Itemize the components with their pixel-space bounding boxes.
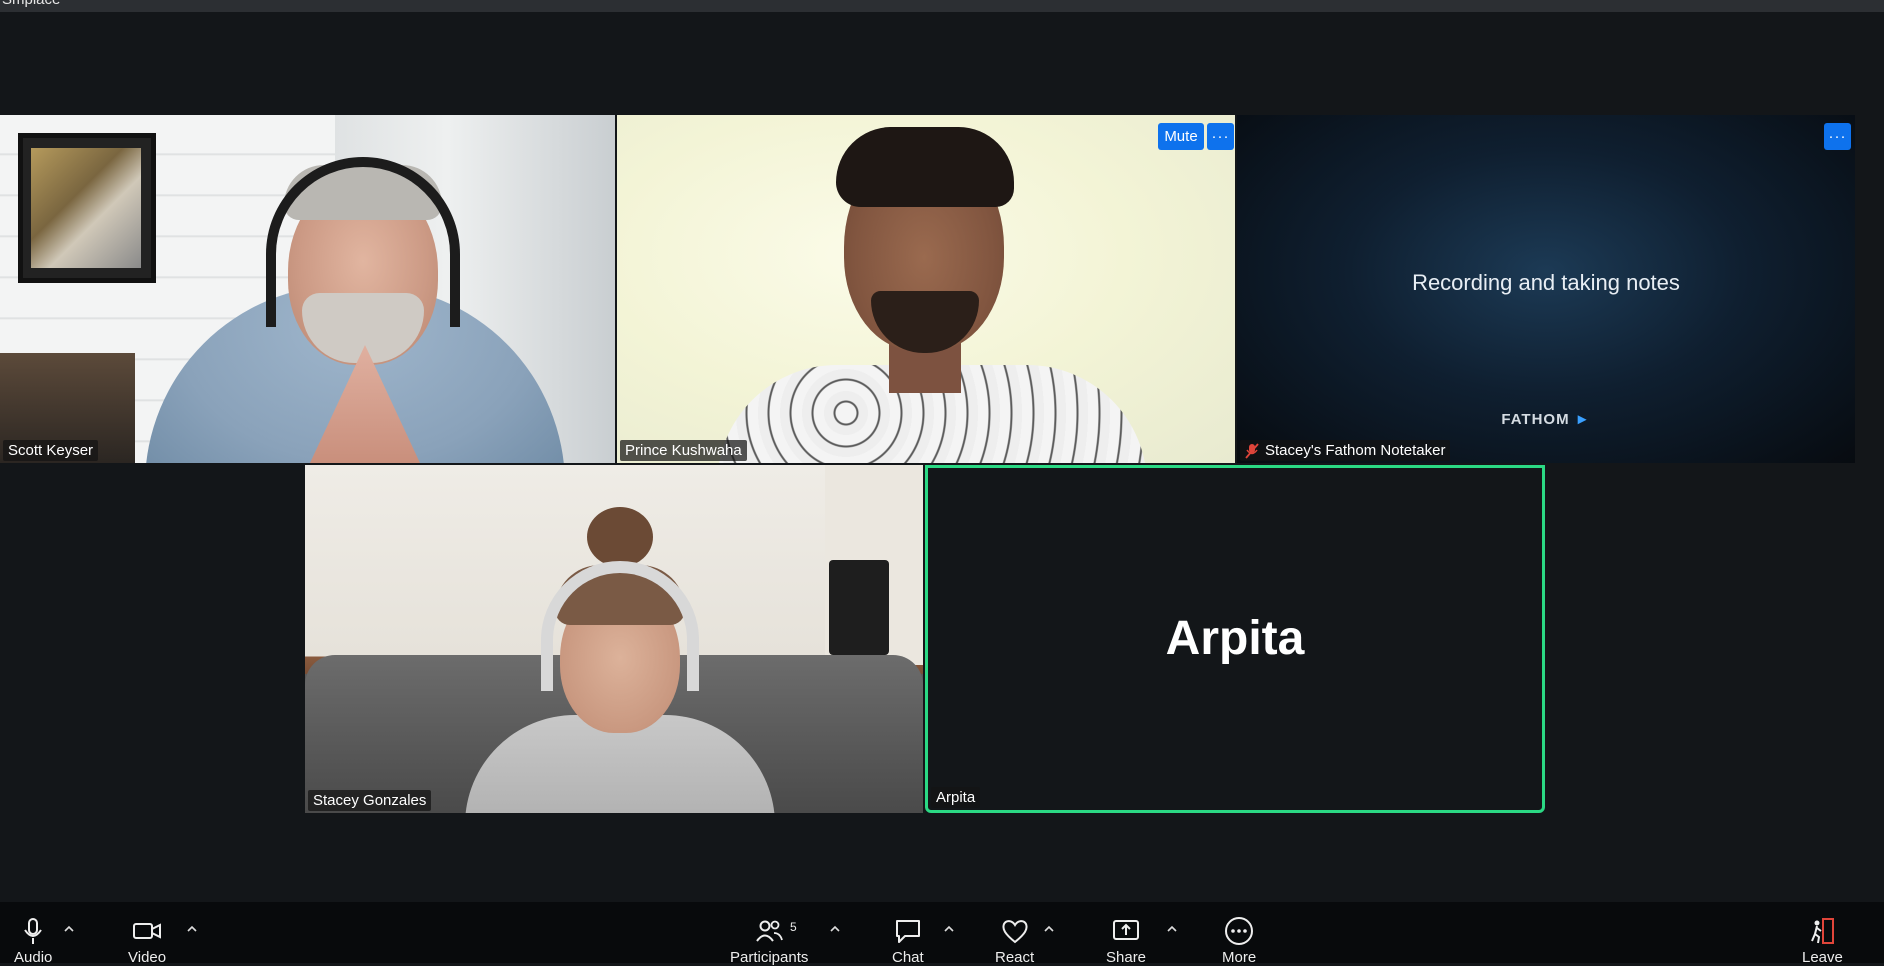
chevron-up-icon[interactable] — [62, 922, 76, 936]
react-button[interactable]: React — [995, 916, 1034, 966]
window-title: Smplace — [2, 0, 60, 8]
participant-name: Arpita — [936, 789, 976, 806]
participant-hair — [836, 127, 1014, 207]
participant-name: Stacey's Fathom Notetaker — [1265, 442, 1446, 459]
fathom-logo-text: FATHOM — [1501, 411, 1570, 428]
microphone-icon — [24, 918, 43, 944]
participant-name-tag: Prince Kushwaha — [620, 440, 747, 461]
heart-icon — [1002, 920, 1028, 944]
background-speaker — [829, 560, 889, 655]
video-tile-prince-kushwaha[interactable]: Mute ··· Prince Kushwaha — [617, 115, 1235, 463]
chat-button[interactable]: Chat — [892, 916, 924, 966]
participants-count: 5 — [790, 920, 797, 934]
mic-muted-icon — [1245, 442, 1259, 459]
chevron-up-icon[interactable] — [1165, 922, 1179, 936]
chevron-up-icon[interactable] — [828, 922, 842, 936]
video-tile-stacey-gonzales[interactable]: Stacey Gonzales — [305, 465, 923, 813]
fathom-logo: FATHOM ► — [1237, 411, 1855, 428]
leave-label: Leave — [1802, 949, 1843, 966]
more-dots-icon — [1225, 917, 1254, 945]
video-tile-scott-keyser[interactable]: Scott Keyser — [0, 115, 615, 463]
chevron-up-icon[interactable] — [185, 922, 199, 936]
mute-participant-button[interactable]: Mute — [1158, 123, 1204, 150]
chevron-up-icon[interactable] — [1042, 922, 1056, 936]
leave-button[interactable]: Leave — [1802, 916, 1843, 966]
react-label: React — [995, 949, 1035, 966]
share-label: Share — [1106, 949, 1147, 966]
participant-more-button[interactable]: ··· — [1824, 123, 1851, 150]
video-label: Video — [128, 949, 167, 966]
participant-hair-bun — [587, 507, 653, 567]
participant-name-tag: Arpita — [931, 787, 981, 808]
window-title-bar: Smplace — [0, 0, 1884, 12]
video-gallery: Scott Keyser Mute ··· Prince Kushwaha Re… — [0, 12, 1884, 902]
chat-label: Chat — [892, 949, 924, 966]
chevron-up-icon[interactable] — [942, 922, 956, 936]
share-button[interactable]: Share — [1106, 916, 1146, 966]
audio-button[interactable]: Audio — [14, 916, 52, 966]
video-button[interactable]: Video — [128, 916, 166, 966]
chat-bubble-icon — [895, 920, 920, 943]
more-label: More — [1222, 949, 1257, 966]
video-camera-icon — [133, 923, 162, 939]
share-screen-icon — [1113, 920, 1140, 940]
participant-name-tag: Stacey Gonzales — [308, 790, 432, 811]
participants-label: Participants — [730, 949, 809, 966]
more-button[interactable]: More — [1222, 916, 1256, 966]
participant-name: Prince Kushwaha — [625, 442, 742, 459]
wall-frame — [18, 133, 156, 283]
participants-icon — [756, 920, 784, 942]
participant-name: Stacey Gonzales — [313, 792, 427, 809]
participant-name-tag: Scott Keyser — [3, 440, 99, 461]
recording-notice: Recording and taking notes — [1412, 270, 1680, 295]
participant-placeholder-name: Arpita — [1165, 612, 1305, 665]
leave-door-icon — [1811, 918, 1835, 944]
meeting-toolbar: Audio Video Participants 5 Chat React Sh… — [0, 902, 1884, 966]
participant-name: Scott Keyser — [8, 442, 94, 459]
video-tile-arpita-active-speaker[interactable]: Arpita Arpita — [925, 465, 1545, 813]
participant-name-tag: Stacey's Fathom Notetaker — [1240, 440, 1451, 461]
video-tile-fathom-notetaker[interactable]: Recording and taking notes FATHOM ► ··· … — [1237, 115, 1855, 463]
audio-label: Audio — [14, 949, 53, 966]
fathom-logo-icon: ► — [1574, 411, 1591, 428]
participant-more-button[interactable]: ··· — [1207, 123, 1234, 150]
